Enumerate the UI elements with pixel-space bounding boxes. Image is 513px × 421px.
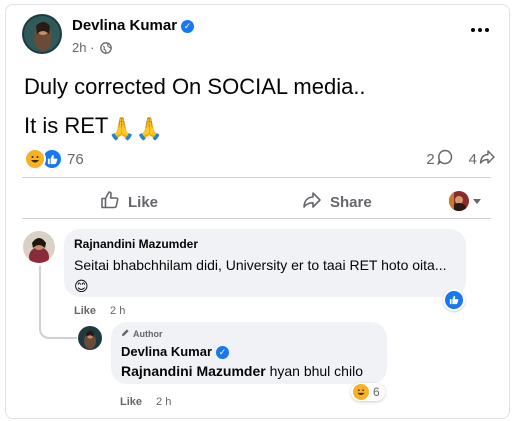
comment-actions: Like 2 h [74,305,125,317]
verified-check-icon: ✓ [181,20,195,33]
share-arrow-icon [479,149,495,169]
post-text-line1: Duly corrected On SOCIAL media.. [24,74,366,99]
author-avatar[interactable] [22,14,62,54]
dot-icon [471,28,475,32]
like-button-label: Like [128,193,159,211]
post-meta: 2h · [72,40,112,57]
verified-check-icon: ✓ [216,346,230,359]
like-button[interactable]: Like [100,190,158,214]
comment-like-badge[interactable] [443,289,465,311]
comment-like-link[interactable]: Like [74,305,96,317]
author-badge: Author [121,328,377,339]
comment-icon [436,149,453,169]
pray-emoji: 🙏🙏 [108,116,164,141]
divider [22,218,491,219]
comment-count[interactable]: 2 [426,151,434,168]
engagement-counts: 2 4 [426,149,495,169]
reply-actions: Like 2 h [120,396,171,408]
share-button[interactable]: Share [302,190,372,214]
reply-reaction-count: 6 [373,385,380,399]
thumbs-up-icon [100,190,120,214]
reply-reaction-badge[interactable]: 6 [351,383,385,401]
post-as-selector[interactable] [449,191,481,211]
post-text-line2: It is RET🙏🙏 [24,113,163,142]
author-badge-label: Author [133,328,163,339]
caret-down-icon [473,198,481,204]
haha-reaction-icon [353,384,369,400]
comment-bubble: Rajnandini Mazumder Seitai bhabchhilam d… [64,229,466,297]
post-author-name[interactable]: Devlina Kumar ✓ [72,17,195,34]
pen-icon [121,328,130,339]
reply-author[interactable]: Devlina Kumar ✓ [121,344,377,359]
commenter-avatar[interactable] [23,231,55,263]
reactions-summary[interactable]: 76 [24,148,84,170]
post-time[interactable]: 2h [72,40,86,55]
haha-reaction-icon [24,148,46,170]
dot-icon [485,28,489,32]
share-button-label: Share [330,193,372,211]
reaction-count: 76 [67,150,84,168]
reply-bubble: Author Devlina Kumar ✓ Rajnandini Mazumde… [111,322,387,384]
dot-icon [478,28,482,32]
more-options-button[interactable] [471,25,491,35]
comment-text-wrap: Seitai bhabchhilam didi, University er t… [74,255,456,297]
reply-text-wrap: Rajnandini Mazumder hyan bhul chilo [121,361,377,382]
comment-author[interactable]: Rajnandini Mazumder [74,237,456,251]
reply-thread-line [39,266,77,339]
comment-text: Seitai bhabchhilam didi, University er t… [74,257,447,273]
comment-time[interactable]: 2 h [110,305,125,317]
divider [22,177,491,178]
share-count[interactable]: 4 [469,151,477,168]
reply-text: hyan bhul chilo [265,363,363,379]
mention-link[interactable]: Rajnandini Mazumder [121,363,266,379]
reply-author-avatar[interactable] [78,326,102,350]
reply-time[interactable]: 2 h [156,396,171,408]
share-icon [302,190,322,214]
reply-author-text: Devlina Kumar [121,344,213,359]
meta-separator: · [90,40,95,55]
profile-avatar-small [449,191,469,211]
globe-icon [100,42,112,57]
reply-like-link[interactable]: Like [120,396,142,408]
post-text-line2-text: It is RET [24,113,109,138]
author-name-text[interactable]: Devlina Kumar [72,17,177,34]
